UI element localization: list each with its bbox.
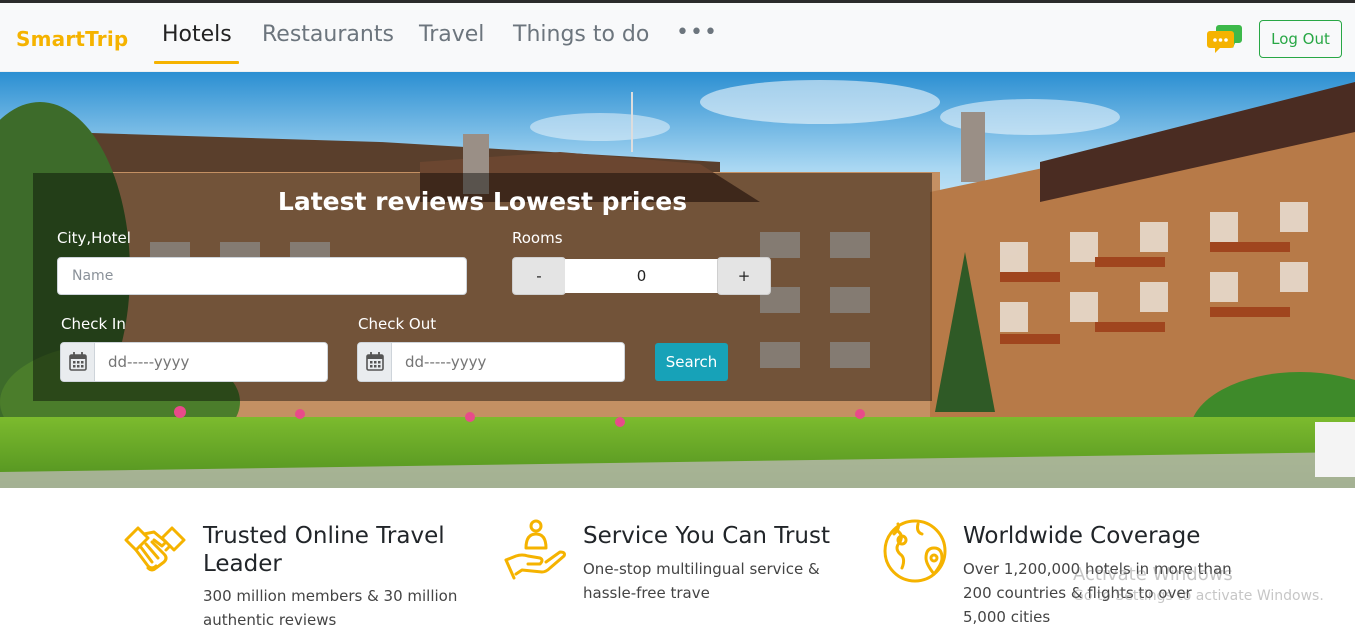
feature-description: One-stop multilingual service & hassle-f… — [583, 560, 820, 602]
feature-description: 300 million members & 30 million authent… — [203, 587, 458, 629]
calendar-icon — [366, 352, 384, 371]
feature-title: Worldwide Coverage — [963, 523, 1201, 549]
nav-hotels[interactable]: Hotels — [162, 22, 232, 47]
more-options-icon[interactable]: ••• — [676, 20, 718, 45]
chat-icon[interactable] — [1207, 23, 1243, 55]
check-out-label: Check Out — [358, 315, 437, 333]
feature-title: Service You Can Trust — [583, 523, 831, 549]
windows-activation-watermark-title: Activate Windows — [1073, 564, 1233, 585]
search-panel: Latest reviews Lowest prices City,Hotel … — [33, 173, 932, 401]
brand-logo[interactable]: SmartTrip — [16, 27, 128, 51]
check-in-input[interactable] — [96, 343, 326, 381]
rooms-label: Rooms — [512, 229, 563, 247]
rooms-increment-button[interactable]: + — [717, 257, 771, 295]
check-out-field[interactable] — [357, 342, 625, 382]
check-out-input[interactable] — [393, 343, 623, 381]
search-title: Latest reviews Lowest prices — [277, 187, 688, 216]
nav-restaurants[interactable]: Restaurants — [262, 22, 394, 47]
service-hand-icon — [504, 519, 566, 580]
logout-button[interactable]: Log Out — [1259, 20, 1342, 58]
handshake-icon — [124, 526, 186, 572]
calendar-icon-container — [61, 343, 95, 381]
check-in-field[interactable] — [60, 342, 328, 382]
city-hotel-input[interactable] — [57, 257, 467, 295]
search-button[interactable]: Search — [655, 343, 728, 381]
calendar-icon — [69, 352, 87, 371]
city-hotel-label: City,Hotel — [57, 229, 131, 247]
calendar-icon-container — [358, 343, 392, 381]
windows-activation-watermark-subtitle: Go to Settings to activate Windows. — [1073, 588, 1324, 604]
feature-title: Trusted Online Travel Leader — [203, 523, 445, 577]
rooms-count-input[interactable] — [565, 259, 718, 293]
hero-banner: Latest reviews Lowest prices City,Hotel … — [0, 72, 1355, 488]
nav-active-underline — [154, 61, 239, 64]
globe-location-icon — [883, 519, 947, 583]
nav-things-to-do[interactable]: Things to do — [513, 22, 649, 47]
rooms-decrement-button[interactable]: - — [512, 257, 566, 295]
nav-travel[interactable]: Travel — [419, 22, 484, 47]
check-in-label: Check In — [61, 315, 126, 333]
navbar: SmartTrip Hotels Restaurants Travel Thin… — [0, 3, 1355, 72]
